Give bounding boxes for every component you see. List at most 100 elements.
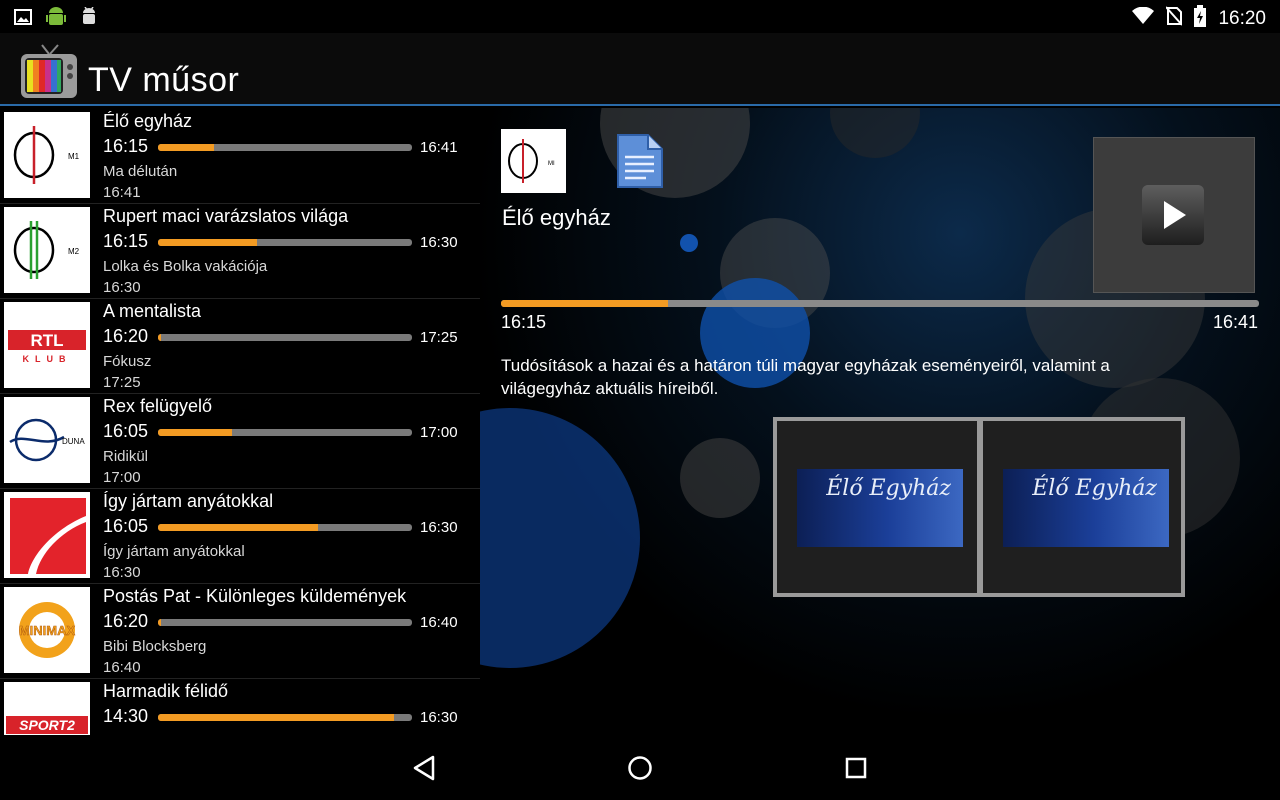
navigation-bar	[0, 735, 1280, 800]
next-program-title: Így jártam anyátokkal	[103, 543, 245, 560]
program-title: Élő egyház	[103, 111, 193, 131]
program-title: Rupert maci varázslatos világa	[103, 206, 349, 226]
play-icon	[1142, 185, 1204, 245]
channel-row[interactable]: SPORT2 Harmadik félidő 14:30 16:30	[0, 678, 480, 735]
action-bar-divider	[0, 104, 1280, 106]
play-button[interactable]	[1093, 137, 1255, 293]
svg-text:RTL: RTL	[30, 331, 63, 350]
thumbnail[interactable]: Élő Egyház	[773, 417, 981, 597]
svg-text:M2: M2	[68, 247, 80, 256]
recents-icon[interactable]	[845, 757, 867, 784]
svg-text:M1: M1	[68, 152, 80, 161]
program-title: Így jártam anyátokkal	[103, 491, 274, 511]
channel-row[interactable]: Így jártam anyátokkal 16:05 16:30 Így já…	[0, 488, 480, 584]
image-icon	[14, 9, 32, 30]
progress-bar	[158, 239, 412, 246]
thumbnail-gallery: Élő Egyház Élő Egyház	[773, 417, 1185, 597]
channel-row[interactable]: M2 Rupert maci varázslatos világa 16:15 …	[0, 203, 480, 299]
next-program-title: Lolka és Bolka vakációja	[103, 258, 268, 275]
battery-charging-icon	[1194, 5, 1207, 32]
end-time: 16:40	[420, 614, 458, 631]
action-bar: TV műsor	[0, 33, 1280, 106]
channel-logo-sport2: SPORT2	[4, 682, 90, 735]
next-program-time: 17:25	[103, 374, 141, 391]
start-time: 16:20	[103, 611, 149, 631]
start-time: 16:15	[103, 136, 149, 156]
android-debug-icon	[80, 6, 98, 32]
back-icon[interactable]	[412, 755, 436, 786]
channel-row[interactable]: MINIMAX Postás Pat - Különleges küldemén…	[0, 583, 480, 679]
program-title: Rex felügyelő	[103, 396, 213, 416]
detail-channel-logo-m1: MI	[501, 129, 566, 193]
next-program-time: 16:30	[103, 564, 141, 581]
svg-text:KLUB: KLUB	[23, 354, 72, 364]
detail-progress-bar	[501, 300, 1259, 307]
end-time: 16:30	[420, 709, 458, 726]
next-program-title: Fókusz	[103, 353, 152, 370]
channel-logo-duna: DUNA	[4, 397, 90, 483]
next-program-time: 16:40	[103, 659, 141, 676]
tv-app-icon[interactable]	[20, 43, 78, 104]
next-program-time: 16:41	[103, 184, 141, 201]
svg-text:MINIMAX: MINIMAX	[19, 623, 76, 638]
progress-bar	[158, 524, 412, 531]
thumbnail-text: Élő Egyház	[826, 476, 951, 501]
start-time: 16:05	[103, 421, 149, 441]
end-time: 17:25	[420, 329, 458, 346]
progress-bar	[158, 619, 412, 626]
program-title: Harmadik félidő	[103, 681, 229, 701]
svg-text:MI: MI	[548, 161, 555, 167]
wifi-icon	[1132, 6, 1155, 30]
channel-logo-m2: M2	[4, 207, 90, 293]
next-program-time: 16:30	[103, 279, 141, 296]
svg-text:SPORT2: SPORT2	[19, 717, 75, 733]
next-program-title: Ridikül	[103, 448, 149, 465]
channel-list[interactable]: M1 Élő egyház 16:15 16:41 Ma délután 16:…	[0, 108, 480, 735]
program-description: Tudósítások a hazai és a határon túli ma…	[501, 356, 1110, 398]
channel-logo-pro7	[4, 492, 90, 578]
thumbnail[interactable]: Élő Egyház	[981, 417, 1185, 597]
svg-text:DUNA: DUNA	[62, 437, 85, 446]
end-time: 17:00	[420, 424, 458, 441]
progress-bar	[158, 714, 412, 721]
next-program-title: Ma délután	[103, 163, 178, 180]
progress-bar	[158, 334, 412, 341]
channel-row[interactable]: RTL KLUB A mentalista 16:20 17:25 Fókusz…	[0, 298, 480, 394]
program-detail-pane: MI Élő egyház 16:15 16:41 Tudósítások a …	[480, 108, 1280, 735]
next-program-title: Bibi Blocksberg	[103, 638, 207, 655]
home-icon[interactable]	[627, 755, 653, 786]
detail-end-time: 16:41	[1212, 312, 1258, 332]
bokeh-light	[680, 234, 698, 252]
channel-logo-rtl-klub: RTL KLUB	[4, 302, 90, 388]
end-time: 16:30	[420, 234, 458, 251]
bokeh-light	[830, 108, 920, 158]
start-time: 14:30	[103, 706, 149, 726]
clock: 16:20	[1218, 7, 1266, 29]
channel-logo-m1: M1	[4, 112, 90, 198]
program-title: A mentalista	[103, 301, 202, 321]
no-sim-icon	[1165, 6, 1184, 31]
bokeh-light	[480, 408, 640, 668]
detail-program-title: Élő egyház	[502, 205, 611, 230]
channel-row[interactable]: M1 Élő egyház 16:15 16:41 Ma délután 16:…	[0, 108, 480, 204]
android-icon	[46, 6, 66, 33]
program-title: Postás Pat - Különleges küldemények	[103, 586, 407, 606]
document-icon[interactable]	[616, 133, 664, 194]
next-program-time: 17:00	[103, 469, 141, 486]
start-time: 16:20	[103, 326, 149, 346]
progress-bar	[158, 429, 412, 436]
progress-bar	[158, 144, 412, 151]
thumbnail-image: Élő Egyház	[797, 469, 963, 547]
thumbnail-text: Élő Egyház	[1032, 476, 1157, 501]
detail-start-time: 16:15	[501, 312, 547, 332]
channel-logo-minimax: MINIMAX	[4, 587, 90, 673]
end-time: 16:41	[420, 139, 458, 156]
start-time: 16:05	[103, 516, 149, 536]
thumbnail-image: Élő Egyház	[1003, 469, 1169, 547]
end-time: 16:30	[420, 519, 458, 536]
channel-row[interactable]: DUNA Rex felügyelő 16:05 17:00 Ridikül 1…	[0, 393, 480, 489]
bokeh-light	[680, 438, 760, 518]
app-title: TV műsor	[88, 61, 240, 99]
start-time: 16:15	[103, 231, 149, 251]
status-bar: 16:20	[0, 0, 1280, 33]
